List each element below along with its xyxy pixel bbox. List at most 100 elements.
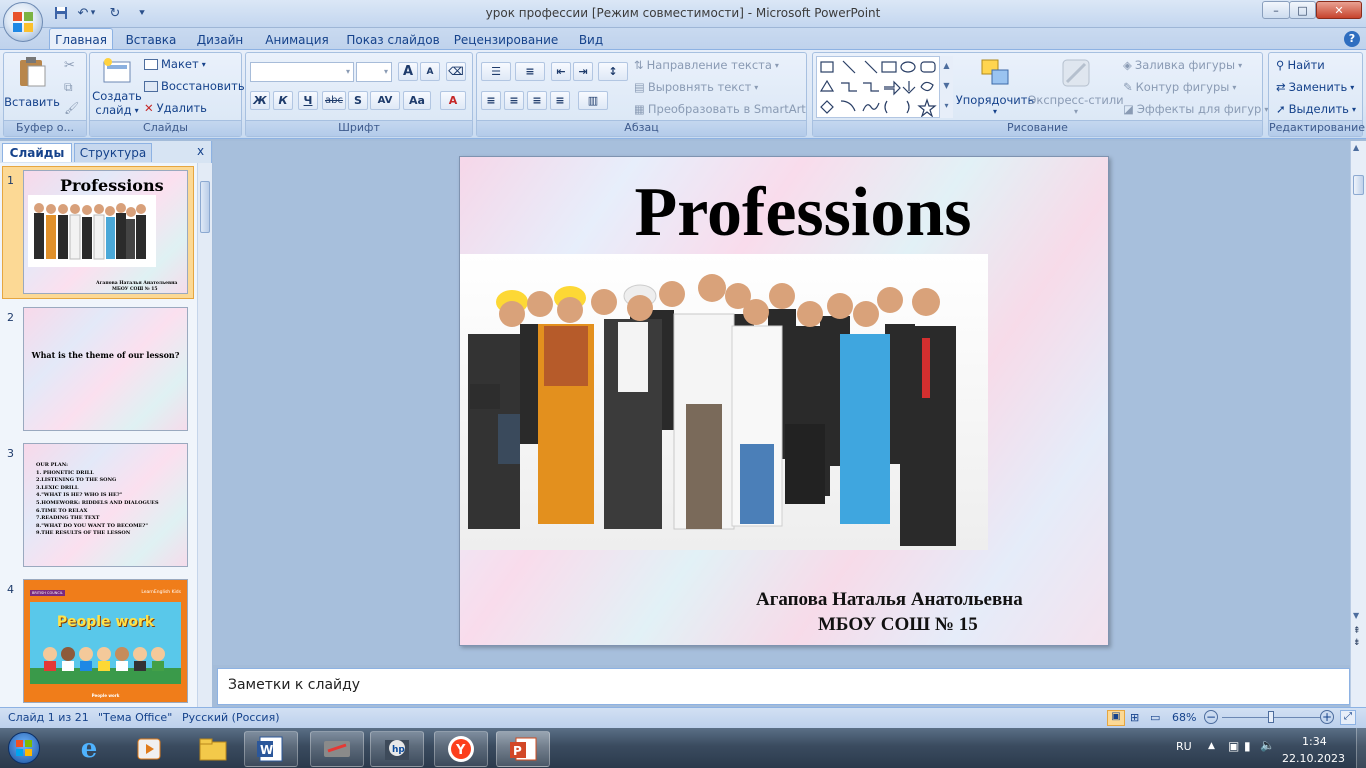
line-spacing-icon[interactable]: ↕ (598, 62, 628, 81)
select-button[interactable]: ➚ Выделить ▾ (1276, 102, 1356, 116)
slide-title[interactable]: Professions (460, 171, 1108, 255)
tab-view[interactable]: Вид (572, 30, 610, 50)
slide-photo-professions[interactable] (460, 254, 988, 550)
align-right-icon[interactable]: ≡ (527, 91, 547, 110)
format-painter-icon[interactable]: 🖌 (64, 101, 79, 115)
save-icon[interactable] (52, 4, 70, 22)
clear-format-icon[interactable]: ⌫ (446, 62, 466, 81)
taskbar-media-player-icon[interactable] (122, 731, 176, 767)
tray-volume-icon[interactable]: 🔈 (1260, 738, 1275, 752)
slide-school[interactable]: МБОУ СОШ № 15 (818, 614, 978, 636)
strikethrough-button[interactable]: abc (322, 91, 346, 110)
taskbar-explorer-icon[interactable] (186, 731, 240, 767)
shrink-font-button[interactable]: A (420, 62, 440, 81)
justify-icon[interactable]: ≡ (550, 91, 570, 110)
tab-slideshow[interactable]: Показ слайдов (344, 30, 442, 50)
bullets-icon[interactable]: ☰ (481, 62, 511, 81)
tab-slides[interactable]: Слайды (2, 143, 72, 162)
columns-icon[interactable]: ▥ (578, 91, 608, 110)
close-button[interactable]: ✕ (1316, 1, 1362, 19)
prev-next-slide-icons[interactable]: ⇞ ⇟ (1353, 625, 1361, 649)
tab-design[interactable]: Дизайн (192, 30, 248, 50)
zoom-in-icon[interactable]: + (1320, 710, 1334, 724)
cut-icon[interactable]: ✂ (64, 58, 75, 73)
scroll-up-icon[interactable]: ▲ (1353, 143, 1359, 152)
paste-button[interactable]: Вставить (4, 56, 60, 118)
undo-dropdown-icon[interactable]: ▾ (88, 4, 98, 22)
taskbar-word-icon[interactable]: W (244, 731, 298, 767)
tab-insert[interactable]: Вставка (122, 30, 180, 50)
tray-device-icon[interactable]: ▣ (1228, 739, 1239, 753)
grow-font-button[interactable]: A (398, 62, 418, 81)
current-slide[interactable]: Professions Агапова Наталья Анатольевна … (459, 156, 1109, 646)
zoom-out-icon[interactable]: − (1204, 710, 1218, 724)
minimize-button[interactable]: – (1262, 1, 1290, 19)
layout-button[interactable]: Макет ▾ (144, 57, 206, 71)
tray-network-icon[interactable]: ▮ (1244, 739, 1251, 753)
taskbar-hp-icon[interactable]: hp (370, 731, 424, 767)
align-left-icon[interactable]: ≡ (481, 91, 501, 110)
char-spacing-button[interactable]: AV (370, 91, 400, 110)
copy-icon[interactable]: ⧉ (64, 80, 73, 95)
align-center-icon[interactable]: ≡ (504, 91, 524, 110)
taskbar-powerpoint-icon[interactable]: P (496, 731, 550, 767)
reset-button[interactable]: Восстановить (144, 79, 245, 93)
scroll-thumb[interactable] (1353, 175, 1364, 195)
italic-button[interactable]: К (273, 91, 293, 110)
status-language[interactable]: Русский (Россия) (182, 711, 280, 724)
tray-language[interactable]: RU (1176, 740, 1192, 753)
tray-expand-icon[interactable]: ▲ (1208, 741, 1215, 751)
panel-close-button[interactable]: x (197, 144, 204, 158)
underline-button[interactable]: Ч (298, 91, 318, 110)
start-button[interactable] (4, 729, 44, 767)
customize-qat-icon[interactable]: ⯆ (136, 4, 148, 22)
panel-scrollbar[interactable] (197, 163, 212, 707)
tab-home[interactable]: Главная (49, 28, 113, 50)
numbering-icon[interactable]: ≡ (515, 62, 545, 81)
decrease-indent-icon[interactable]: ⇤ (551, 62, 571, 81)
thumbnail-1[interactable]: Professions Агапова Наталья Анатольевна … (23, 170, 188, 294)
taskbar-yandex-icon[interactable]: Y (434, 731, 488, 767)
help-icon[interactable]: ? (1344, 31, 1360, 47)
tray-time[interactable]: 1:34 (1302, 735, 1327, 748)
notes-pane[interactable]: Заметки к слайду (217, 668, 1350, 705)
tray-date[interactable]: 22.10.2023 (1282, 752, 1345, 765)
office-button[interactable] (3, 2, 43, 42)
show-desktop-button[interactable] (1356, 728, 1366, 768)
shadow-button[interactable]: S (348, 91, 368, 110)
font-color-button[interactable]: A (440, 91, 466, 110)
thumbnail-4[interactable]: BRITISH COUNCIL LearnEnglish Kids People… (23, 579, 188, 703)
shape-effects-button[interactable]: ◪ Эффекты для фигур ▾ (1123, 102, 1268, 116)
thumbnail-2[interactable]: What is the theme of our lesson? (23, 307, 188, 431)
delete-slide-button[interactable]: ✕ Удалить (144, 101, 207, 115)
shapes-gallery[interactable] (816, 56, 953, 118)
tab-animation[interactable]: Анимация (260, 30, 334, 50)
redo-icon[interactable]: ↻ (106, 4, 124, 22)
tab-review[interactable]: Рецензирование (452, 30, 560, 50)
increase-indent-icon[interactable]: ⇥ (573, 62, 593, 81)
scroll-down-icon[interactable]: ▼ (1353, 611, 1359, 620)
shape-fill-button[interactable]: ◈ Заливка фигуры ▾ (1123, 58, 1242, 72)
smartart-button[interactable]: ▦ Преобразовать в SmartArt (634, 102, 806, 116)
main-vertical-scrollbar[interactable]: ▲ ▼ ⇞ ⇟ (1350, 141, 1366, 707)
zoom-slider-thumb[interactable] (1268, 711, 1274, 723)
zoom-percent[interactable]: 68% (1172, 711, 1196, 724)
replace-button[interactable]: ⇄ Заменить ▾ (1276, 80, 1354, 94)
tab-outline[interactable]: Структура (74, 143, 152, 162)
fit-to-window-icon[interactable]: ⤢ (1340, 710, 1356, 725)
change-case-button[interactable]: Aa (403, 91, 431, 110)
thumbnail-3[interactable]: OUR PLAN: 1. PHONETIC DRILL 2.LISTENING TO… (23, 443, 188, 567)
font-size-combo[interactable]: ▾ (356, 62, 392, 82)
taskbar-app-icon[interactable] (310, 731, 364, 767)
slideshow-icon[interactable]: ▭ (1150, 711, 1160, 724)
shape-outline-button[interactable]: ✎ Контур фигуры ▾ (1123, 80, 1236, 94)
find-button[interactable]: ⚲ Найти (1276, 58, 1325, 72)
normal-view-icon[interactable]: ▣ (1107, 710, 1125, 726)
font-name-combo[interactable]: ▾ (250, 62, 354, 82)
slide-author[interactable]: Агапова Наталья Анатольевна (756, 589, 1023, 611)
new-slide-button[interactable]: Создать слайд ▾ (92, 56, 142, 120)
text-direction-button[interactable]: ⇅ Направление текста ▾ (634, 58, 779, 72)
align-text-button[interactable]: ▤ Выровнять текст ▾ (634, 80, 758, 94)
maximize-button[interactable]: □ (1289, 1, 1316, 19)
shapes-gallery-scroll[interactable]: ▲ ▼ ▾ (939, 56, 953, 118)
